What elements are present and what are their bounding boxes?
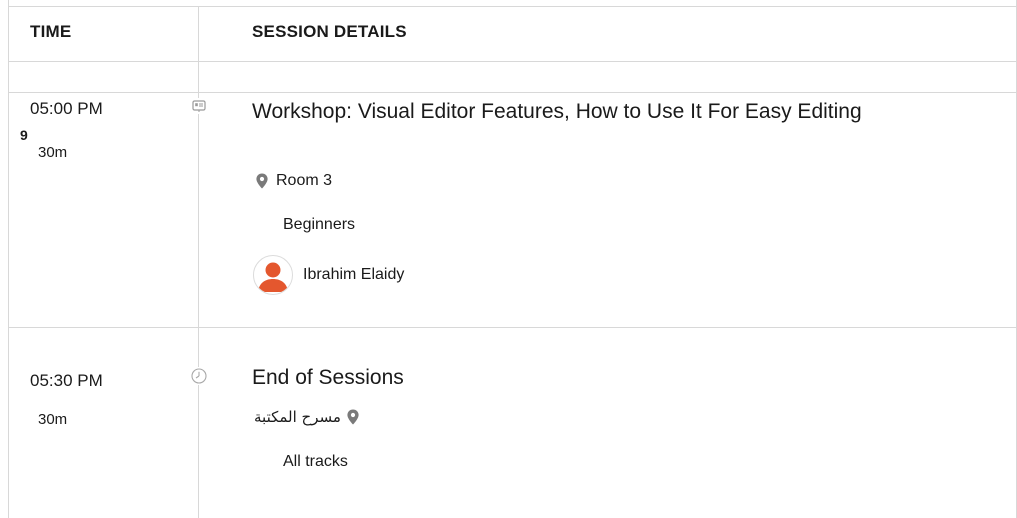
row-divider (8, 327, 1017, 328)
session-count-badge: 9 (20, 127, 28, 143)
map-pin-icon (347, 409, 359, 425)
session-location: Room 3 (254, 172, 332, 190)
session-location: مسرح المكتبة (254, 408, 361, 426)
session-track: Beginners (283, 216, 356, 233)
session-time: 05:00 PM (30, 99, 103, 118)
presentation-icon (191, 98, 207, 114)
table-top-border (8, 6, 1017, 7)
schedule-table: TIME SESSION DETAILS 05:00 PM 9 30m Work… (0, 0, 1017, 518)
row-divider (8, 92, 1017, 93)
location-label: Room 3 (276, 172, 333, 189)
session-duration: 30m (38, 411, 68, 428)
session-title[interactable]: Workshop: Visual Editor Features, How to… (252, 96, 942, 128)
session-duration: 30m (38, 144, 68, 161)
clock-icon (190, 367, 208, 385)
header-bottom-border (8, 61, 1017, 62)
table-border-left (8, 0, 9, 518)
session-details-column-header: SESSION DETAILS (252, 22, 407, 41)
speaker-name[interactable]: Ibrahim Elaidy (303, 266, 404, 284)
session-title[interactable]: End of Sessions (252, 362, 942, 394)
session-track: All tracks (283, 453, 348, 470)
location-label: مسرح المكتبة (254, 408, 341, 426)
user-avatar-icon (253, 255, 293, 295)
time-column-header: TIME (30, 22, 72, 41)
map-pin-icon (256, 173, 268, 189)
session-speaker[interactable]: Ibrahim Elaidy (253, 255, 404, 295)
timeline-line (198, 6, 199, 518)
session-time: 05:30 PM (30, 371, 103, 390)
